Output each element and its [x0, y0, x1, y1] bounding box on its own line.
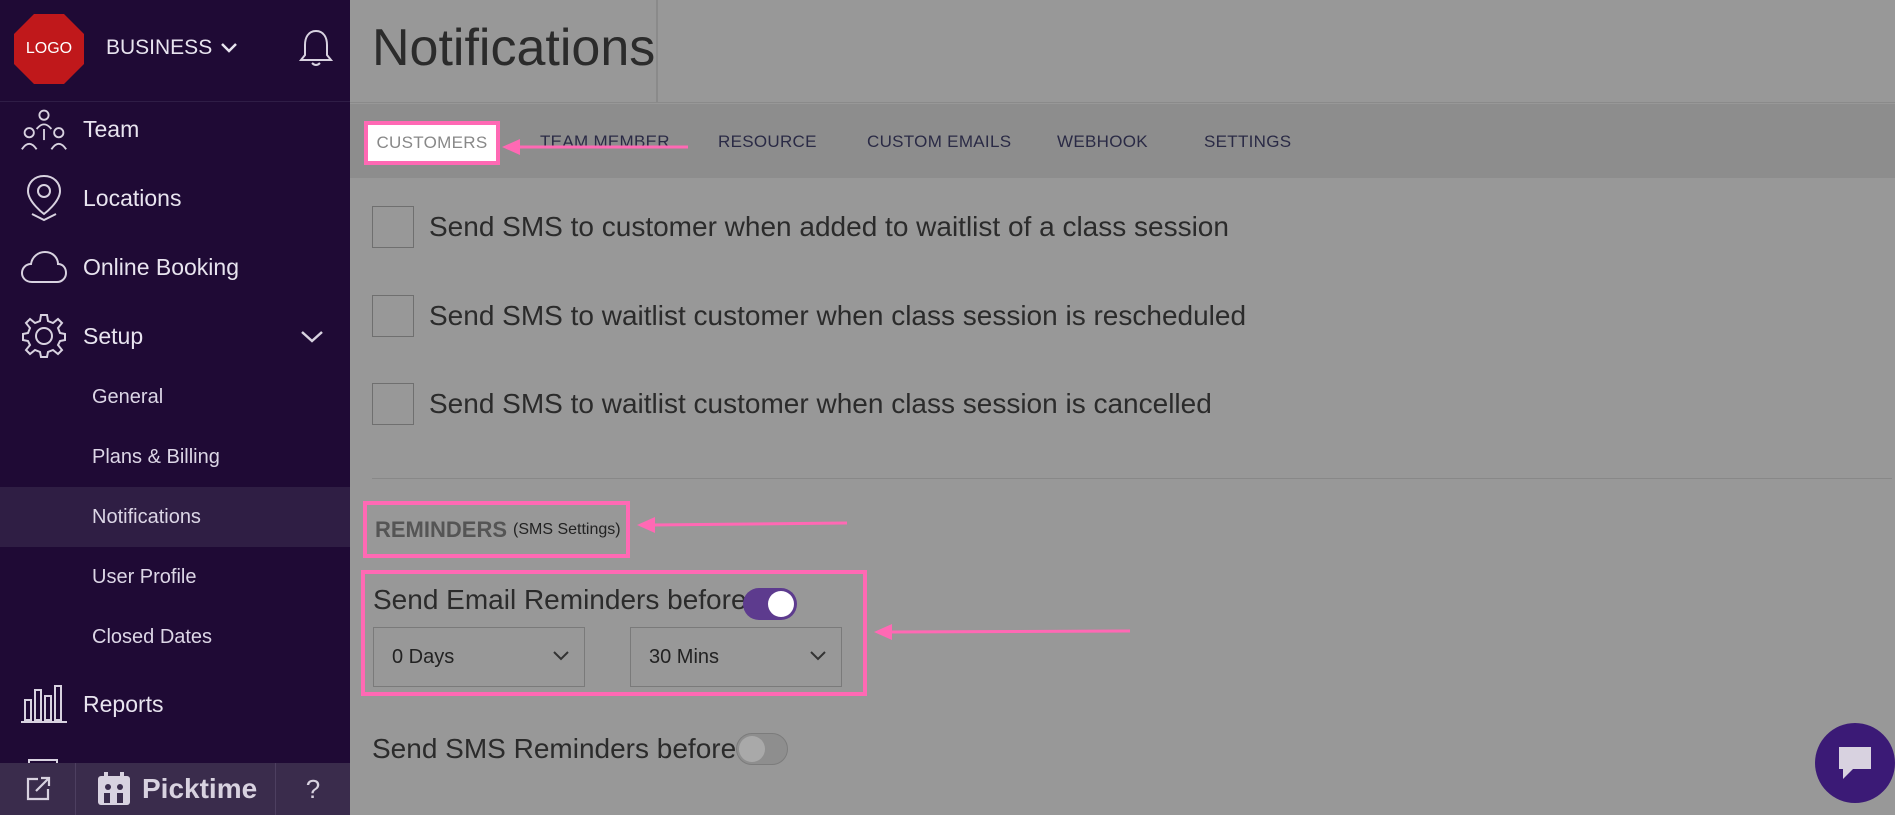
sidebar-item-team[interactable]: Team: [0, 98, 350, 160]
annotation-arrow: [637, 517, 848, 533]
help-icon: ?: [305, 773, 321, 804]
business-switcher[interactable]: BUSINESS: [106, 36, 238, 60]
sidebar-subitem-label: User Profile: [92, 565, 197, 588]
checkbox-label: Send SMS to customer when added to waitl…: [429, 211, 1229, 242]
minutes-select-value: 30 Mins: [649, 645, 720, 668]
picktime-brand[interactable]: Picktime: [76, 763, 276, 815]
sms-reminder-toggle[interactable]: [736, 733, 789, 765]
chat-button[interactable]: [1815, 723, 1895, 803]
reminders-subtitle: (SMS Settings): [513, 520, 621, 538]
sidebar-subitem-label: Closed Dates: [92, 625, 213, 648]
reminders-heading: REMINDERS (SMS Settings): [363, 501, 630, 558]
tab-webhook[interactable]: WEBHOOK: [1057, 132, 1148, 152]
sidebar-item-label: Setup: [83, 322, 144, 349]
toggle-knob: [739, 736, 766, 762]
reminders-title: REMINDERS: [375, 516, 508, 542]
cloud-icon: [20, 243, 68, 291]
email-reminder-toggle[interactable]: [743, 588, 797, 620]
sidebar-subitem-general[interactable]: General: [0, 367, 350, 427]
external-link-icon: [26, 776, 50, 801]
external-link-button[interactable]: [0, 763, 76, 815]
checkbox-label: Send SMS to waitlist customer when class…: [429, 388, 1212, 419]
sidebar-subitem-label: Plans & Billing: [92, 445, 220, 468]
sidebar-subitem-label: General: [92, 385, 164, 408]
section-divider: [372, 478, 1892, 479]
team-icon: [20, 105, 68, 153]
business-logo[interactable]: LOGO: [12, 12, 86, 86]
checkbox-label: Send SMS to waitlist customer when class…: [429, 300, 1247, 331]
brand-name: Picktime: [142, 773, 258, 804]
chevron-down-icon[interactable]: [300, 330, 324, 344]
sidebar-item-label: Online Booking: [83, 253, 239, 280]
checkbox[interactable]: [372, 206, 414, 248]
sidebar-item-locations[interactable]: Locations: [0, 167, 350, 229]
waitlist-rescheduled-option[interactable]: Send SMS to waitlist customer when class…: [372, 295, 1246, 337]
sidebar-item-label: Locations: [83, 184, 182, 211]
sms-reminder-label: Send SMS Reminders before: [372, 733, 737, 764]
waitlist-added-option[interactable]: Send SMS to customer when added to waitl…: [372, 206, 1229, 248]
sidebar-item-setup[interactable]: Setup: [0, 305, 350, 367]
chevron-down-icon: [553, 651, 569, 661]
tab-custom-emails[interactable]: CUSTOM EMAILS: [867, 132, 1011, 152]
tab-customers[interactable]: CUSTOMERS: [364, 121, 500, 165]
gear-icon: [20, 312, 68, 360]
help-button[interactable]: ?: [276, 763, 350, 815]
sidebar-subitem-plans-billing[interactable]: Plans & Billing: [0, 427, 350, 487]
days-select[interactable]: 0 Days: [373, 627, 585, 687]
sidebar-subitem-closed-dates[interactable]: Closed Dates: [0, 607, 350, 667]
chat-bubble-icon: [1839, 747, 1871, 779]
tab-settings[interactable]: SETTINGS: [1204, 132, 1291, 152]
chevron-down-icon: [221, 43, 238, 53]
checkbox[interactable]: [372, 295, 414, 337]
email-reminder-label: Send Email Reminders before: [373, 584, 747, 615]
chevron-down-icon: [810, 651, 826, 661]
checkbox[interactable]: [372, 383, 414, 425]
bar-chart-icon: [20, 680, 68, 728]
sidebar: LOGO BUSINESS Team Locations Online Book…: [0, 0, 350, 815]
sidebar-item-label: Team: [83, 115, 140, 142]
toggle-knob: [768, 591, 794, 617]
sidebar-subitem-notifications[interactable]: Notifications: [0, 487, 350, 547]
logo-text: LOGO: [25, 40, 73, 57]
waitlist-cancelled-option[interactable]: Send SMS to waitlist customer when class…: [372, 383, 1212, 425]
sidebar-item-online-booking[interactable]: Online Booking: [0, 236, 350, 298]
annotation-arrow: [874, 624, 1131, 640]
minutes-select[interactable]: 30 Mins: [630, 627, 842, 687]
sidebar-subitem-label: Notifications: [92, 505, 201, 528]
business-label: BUSINESS: [106, 36, 213, 59]
location-pin-icon: [20, 174, 68, 222]
sidebar-item-label: Reports: [83, 690, 164, 717]
title-area: Notifications: [350, 0, 658, 102]
sidebar-footer: Picktime ?: [0, 763, 350, 815]
email-reminder-section: Send Email Reminders before 0 Days 30 Mi…: [361, 570, 867, 696]
days-select-value: 0 Days: [392, 645, 455, 668]
annotation-arrow: [502, 139, 688, 155]
sidebar-item-reports[interactable]: Reports: [0, 673, 350, 735]
header-divider: [350, 102, 1895, 103]
sidebar-header: LOGO BUSINESS: [0, 0, 350, 102]
tab-resource[interactable]: RESOURCE: [718, 132, 817, 152]
sidebar-subitem-user-profile[interactable]: User Profile: [0, 547, 350, 607]
page-title: Notifications: [372, 19, 656, 77]
picktime-logo-icon: [98, 772, 130, 805]
main-content: Notifications CUSTOMERS TEAM MEMBER RESO…: [350, 0, 1895, 815]
bell-icon[interactable]: [298, 28, 334, 68]
sms-reminder-row: Send SMS Reminders before: [372, 733, 789, 765]
